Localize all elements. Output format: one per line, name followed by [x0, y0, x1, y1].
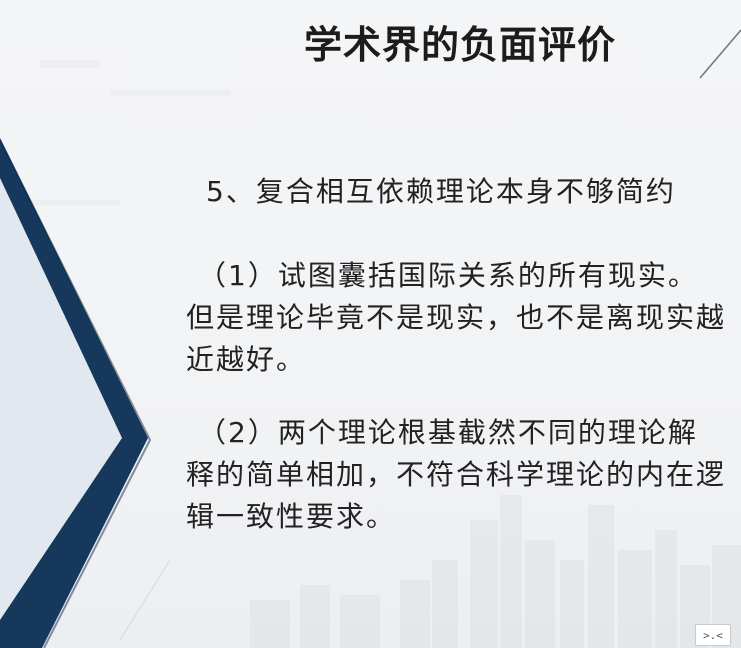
- slide: 学术界的负面评价 5、复合相互依赖理论本身不够简约 （1）试图囊括国际关系的所有…: [0, 0, 741, 648]
- section-heading: 5、复合相互依赖理论本身不够简约: [206, 175, 676, 208]
- slide-title: 学术界的负面评价: [303, 23, 616, 67]
- point-1: （1）试图囊括国际关系的所有现实。但是理论毕竟不是现实，也不是离现实越近越好。: [186, 259, 727, 376]
- point-2: （2）两个理论根基截然不同的理论解释的简单相加，不符合科学理论的内在逻辑一致性要…: [186, 416, 727, 533]
- expand-icon-label: >.<: [703, 628, 723, 642]
- expand-icon[interactable]: >.<: [695, 624, 731, 646]
